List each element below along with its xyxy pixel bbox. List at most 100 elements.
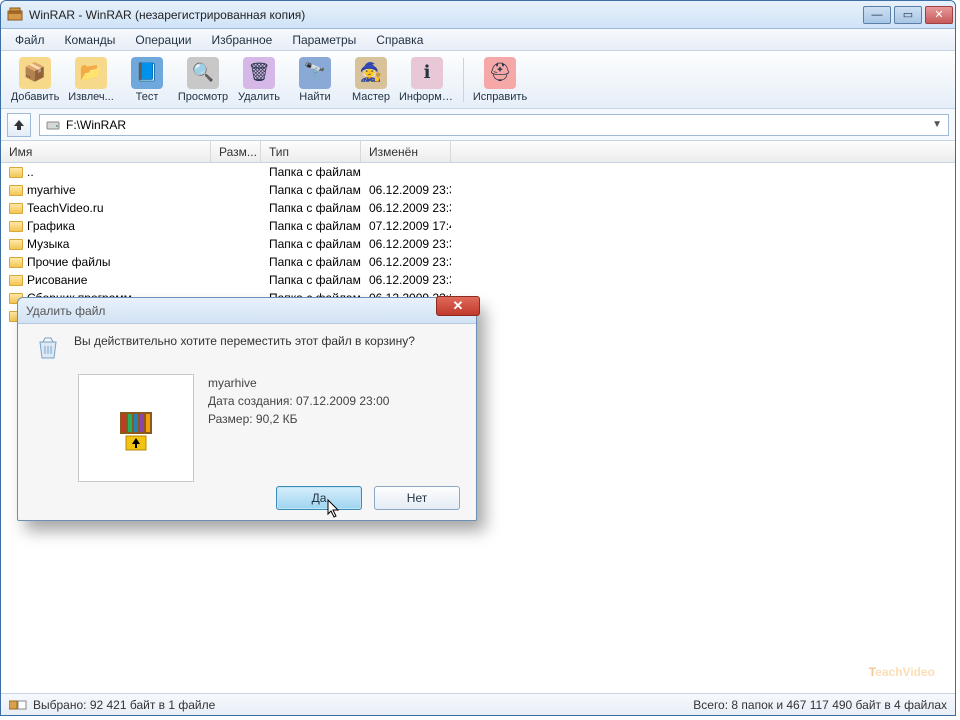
file-modified: 06.12.2009 23:37 — [361, 201, 451, 215]
file-name: Музыка — [27, 237, 69, 251]
menu-commands[interactable]: Команды — [55, 30, 126, 50]
dialog-titlebar[interactable]: Удалить файл ✕ — [18, 298, 476, 324]
tool-icon: 🗑 — [243, 57, 275, 89]
close-button[interactable]: ✕ — [925, 6, 953, 24]
file-row[interactable]: Прочие файлыПапка с файлами06.12.2009 23… — [1, 253, 955, 271]
menu-operations[interactable]: Операции — [125, 30, 201, 50]
path-dropdown-icon[interactable]: ▼ — [932, 119, 942, 130]
menu-file[interactable]: Файл — [5, 30, 55, 50]
file-type: Папка с файлами — [261, 273, 361, 287]
statusbar: Выбрано: 92 421 байт в 1 файле Всего: 8 … — [1, 693, 955, 715]
tool-[interactable]: 📂 Извлеч... — [63, 55, 119, 105]
dialog-message: Вы действительно хотите переместить этот… — [74, 334, 460, 362]
yes-button[interactable]: Да — [276, 486, 362, 510]
tool-icon: ℹ — [411, 57, 443, 89]
file-name: TeachVideo.ru — [27, 201, 104, 215]
tool-[interactable]: 📦Добавить — [7, 55, 63, 105]
delete-dialog: Удалить файл ✕ Вы действительно хотите п… — [17, 297, 477, 521]
tool-label: Извлеч... — [68, 91, 114, 103]
dialog-title: Удалить файл — [26, 304, 105, 318]
menu-options[interactable]: Параметры — [282, 30, 366, 50]
tool-icon: 📂 — [75, 57, 107, 89]
tool-[interactable]: 🔍 Просмотр — [175, 55, 231, 105]
meta-filename: myarhive — [208, 374, 389, 392]
dialog-close-button[interactable]: ✕ — [436, 296, 480, 316]
path-box[interactable]: F:\WinRAR ▼ — [39, 114, 949, 136]
main-window: WinRAR - WinRAR (незарегистрированная ко… — [0, 0, 956, 716]
file-type: Папка с файлами — [261, 183, 361, 197]
window-title: WinRAR - WinRAR (незарегистрированная ко… — [29, 8, 863, 22]
file-row[interactable]: TeachVideo.ru Папка с файлами06.12.2009 2… — [1, 199, 955, 217]
folder-icon — [9, 239, 23, 250]
tool-icon: 🔭 — [299, 57, 331, 89]
toolbar: 📦Добавить 📂 Извлеч... 📘 Тест 🔍 Просмотр 🗑 Удалит… — [1, 51, 955, 109]
status-icon — [9, 699, 27, 711]
tool-label: Просмотр — [178, 91, 228, 103]
file-modified: 07.12.2009 17:46 — [361, 219, 451, 233]
file-type: Папка с файлами — [261, 201, 361, 215]
tool-icon: ⛑ — [484, 57, 516, 89]
tool-label: Найти — [299, 91, 330, 103]
col-type[interactable]: Тип — [261, 141, 361, 162]
file-row[interactable]: Графика Папка с файлами07.12.2009 17:46 — [1, 217, 955, 235]
tool-label: Исправить — [473, 91, 527, 103]
col-modified[interactable]: Изменён — [361, 141, 451, 162]
path-text: F:\WinRAR — [66, 118, 126, 132]
file-meta: myarhive Дата создания: 07.12.2009 23:00… — [208, 374, 389, 482]
file-type: Папка с файлами — [261, 165, 361, 179]
file-row[interactable]: .. Папка с файлами — [1, 163, 955, 181]
tool-icon: 📘 — [131, 57, 163, 89]
tool-[interactable]: 🗑 Удалить — [231, 55, 287, 105]
file-preview — [78, 374, 194, 482]
meta-created: Дата создания: 07.12.2009 23:00 — [208, 392, 389, 410]
file-name: Графика — [27, 219, 75, 233]
tool-icon: 🔍 — [187, 57, 219, 89]
folder-icon — [9, 185, 23, 196]
tool-[interactable]: 📘 Тест — [119, 55, 175, 105]
tool-label: Добавить — [11, 91, 60, 103]
folder-icon — [9, 275, 23, 286]
list-header: Имя Разм... Тип Изменён — [1, 141, 955, 163]
watermark: TeachVideo — [869, 646, 935, 685]
status-left: Выбрано: 92 421 байт в 1 файле — [33, 698, 215, 712]
col-size[interactable]: Разм... — [211, 141, 261, 162]
file-name: myarhive — [27, 183, 76, 197]
maximize-button[interactable]: ▭ — [894, 6, 922, 24]
folder-icon — [9, 167, 23, 178]
tool-label: Мастер — [352, 91, 390, 103]
tool-[interactable]: ℹ Информация — [399, 55, 455, 105]
file-modified: 06.12.2009 23:38 — [361, 183, 451, 197]
file-row[interactable]: Музыка Папка с файлами06.12.2009 23:37 — [1, 235, 955, 253]
tool-label: Тест — [136, 91, 159, 103]
up-button[interactable] — [7, 113, 31, 137]
recycle-icon — [34, 334, 62, 362]
menu-favorites[interactable]: Избранное — [202, 30, 283, 50]
minimize-button[interactable]: — — [863, 6, 891, 24]
file-name: Рисование — [27, 273, 87, 287]
file-modified: 06.12.2009 23:39 — [361, 255, 451, 269]
file-name: .. — [27, 165, 34, 179]
file-type: Папка с файлами — [261, 255, 361, 269]
archive-icon — [110, 402, 162, 454]
tool-icon: 🧙 — [355, 57, 387, 89]
menu-help[interactable]: Справка — [366, 30, 433, 50]
file-modified: 06.12.2009 23:36 — [361, 273, 451, 287]
tool-[interactable]: 🧙 Мастер — [343, 55, 399, 105]
titlebar[interactable]: WinRAR - WinRAR (незарегистрированная ко… — [1, 1, 955, 29]
file-row[interactable]: Рисование Папка с файлами06.12.2009 23:36 — [1, 271, 955, 289]
tool-[interactable]: ⛑ Исправить — [472, 55, 528, 105]
folder-icon — [9, 203, 23, 214]
tool-label: Удалить — [238, 91, 280, 103]
tool-[interactable]: 🔭 Найти — [287, 55, 343, 105]
folder-icon — [9, 221, 23, 232]
tool-label: Информация — [399, 91, 455, 103]
no-button[interactable]: Нет — [374, 486, 460, 510]
app-icon — [7, 7, 23, 23]
meta-size: Размер: 90,2 КБ — [208, 410, 389, 428]
up-arrow-icon — [12, 118, 26, 132]
file-type: Папка с файлами — [261, 237, 361, 251]
file-row[interactable]: myarhive Папка с файлами06.12.2009 23:38 — [1, 181, 955, 199]
file-type: Папка с файлами — [261, 219, 361, 233]
file-modified: 06.12.2009 23:37 — [361, 237, 451, 251]
col-name[interactable]: Имя — [1, 141, 211, 162]
